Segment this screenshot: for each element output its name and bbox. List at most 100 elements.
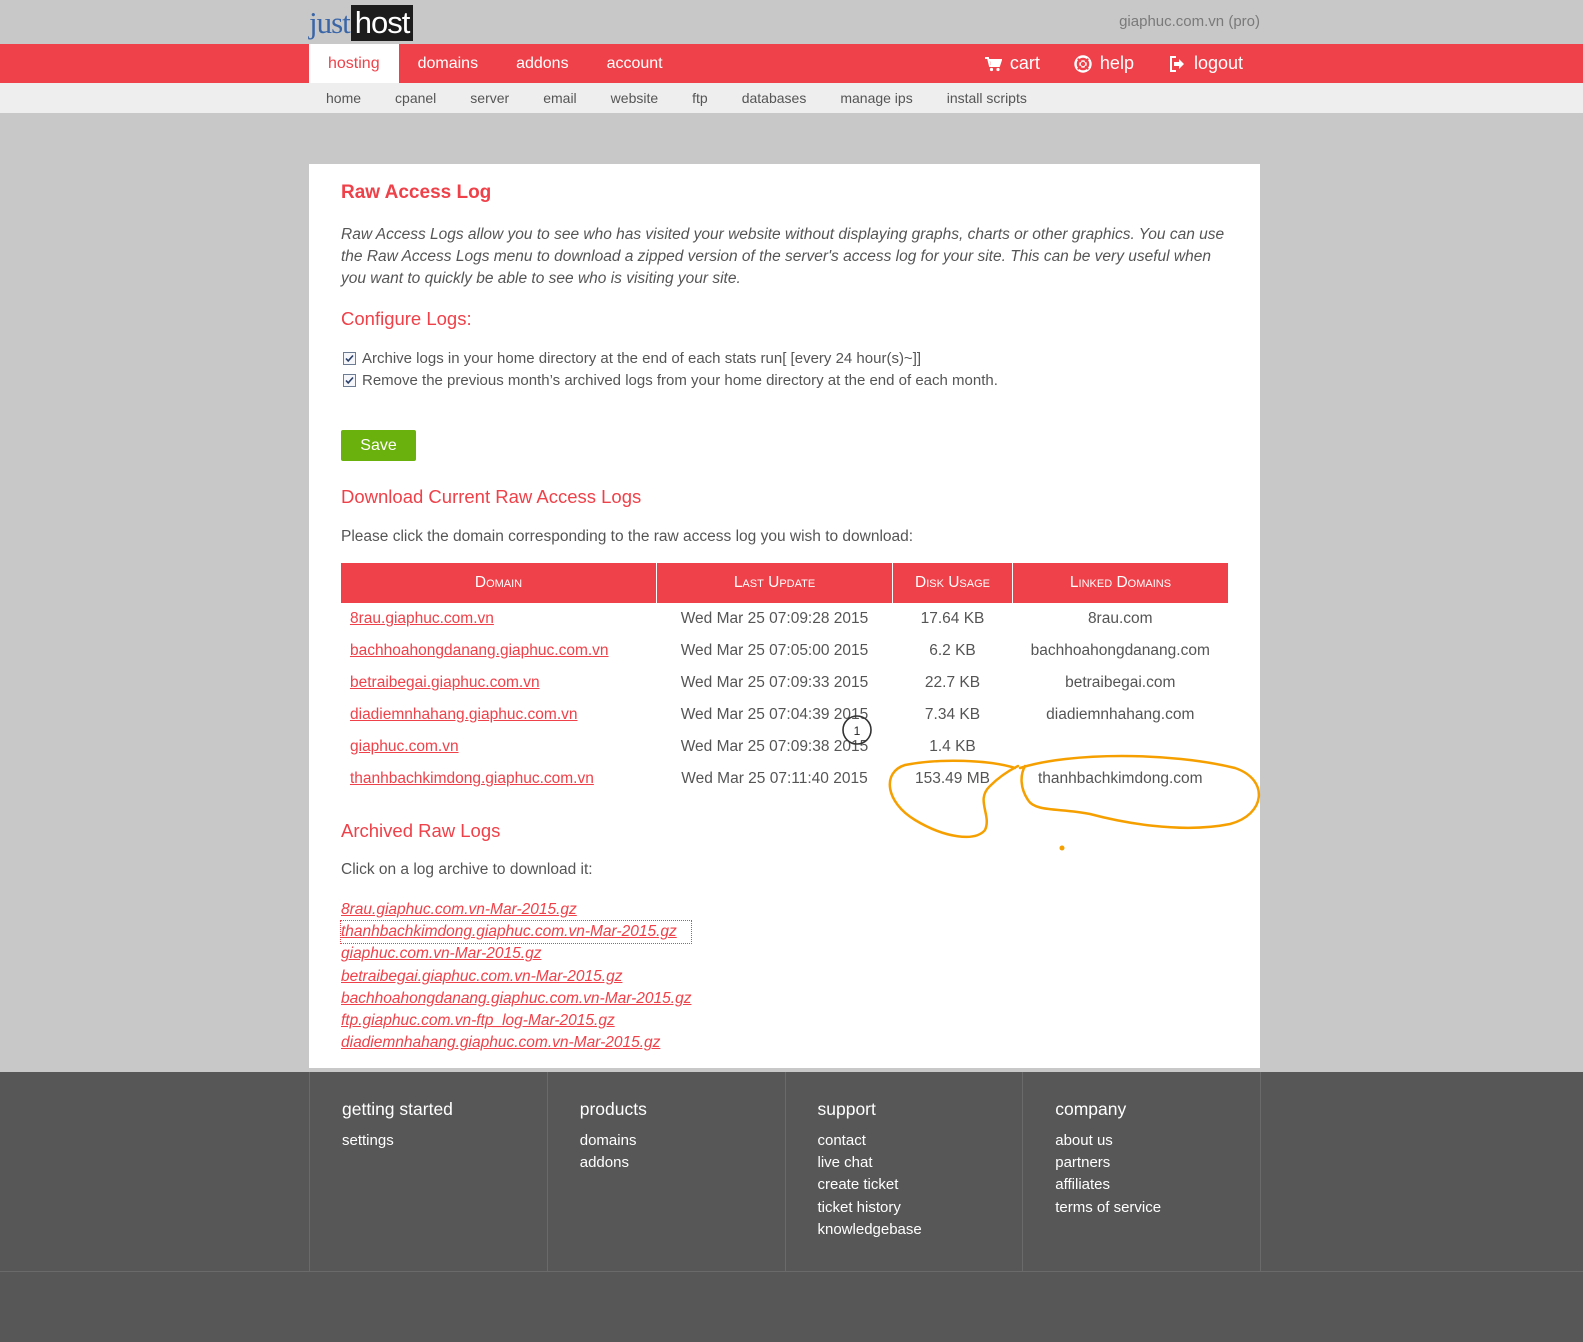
- linked-domain-cell: thanhbachkimdong.com: [1037, 770, 1203, 787]
- content-panel: Raw Access Log Raw Access Logs allow you…: [309, 164, 1260, 1068]
- footer-heading: company: [1055, 1099, 1127, 1119]
- main-nav: hosting domains addons account cart help: [0, 44, 1583, 83]
- footer-link-create-ticket[interactable]: create ticket: [818, 1174, 1023, 1196]
- column-last-update: Last Update: [656, 563, 893, 603]
- disk-usage-cell: 153.49 MB: [915, 770, 990, 787]
- archive-link[interactable]: diadiemnhahang.giaphuc.com.vn-Mar-2015.g…: [341, 1032, 691, 1054]
- domain-link[interactable]: betraibegai.giaphuc.com.vn: [350, 674, 540, 691]
- footer-column-getting-started: getting started settings: [310, 1072, 548, 1271]
- justhost-logo[interactable]: just host: [309, 4, 414, 41]
- subnav-install-scripts[interactable]: install scripts: [930, 83, 1044, 113]
- last-update-cell: Wed Mar 25 07:09:38 2015: [680, 738, 869, 755]
- column-domain: Domain: [341, 563, 657, 603]
- linked-domain-cell: diadiemnhahang.com: [1046, 706, 1195, 723]
- nav-addons[interactable]: addons: [497, 44, 588, 83]
- footer-link-domains[interactable]: domains: [580, 1130, 785, 1152]
- table-row: diadiemnhahang.giaphuc.com.vn Wed Mar 25…: [341, 699, 1228, 731]
- archive-logs-checkbox[interactable]: [343, 352, 356, 365]
- sub-nav: home cpanel server email website ftp dat…: [0, 83, 1583, 113]
- nav-account[interactable]: account: [588, 44, 682, 83]
- archived-logs-heading: Archived Raw Logs: [341, 820, 501, 841]
- footer-link-affiliates[interactable]: affiliates: [1055, 1174, 1260, 1196]
- disk-usage-cell: 22.7 KB: [924, 674, 981, 691]
- footer-link-settings[interactable]: settings: [342, 1130, 547, 1152]
- cart-icon: [984, 56, 1002, 71]
- footer-heading: getting started: [342, 1099, 453, 1119]
- page-title: Raw Access Log: [341, 182, 492, 203]
- remove-archived-option: Remove the previous month’s archived log…: [343, 372, 998, 389]
- domain-link[interactable]: diadiemnhahang.giaphuc.com.vn: [350, 706, 578, 723]
- table-row: 8rau.giaphuc.com.vn Wed Mar 25 07:09:28 …: [341, 603, 1228, 635]
- download-logs-heading: Download Current Raw Access Logs: [341, 486, 642, 507]
- footer-link-live-chat[interactable]: live chat: [818, 1152, 1023, 1174]
- archive-link[interactable]: thanhbachkimdong.giaphuc.com.vn-Mar-2015…: [339, 920, 693, 945]
- footer-column-products: products domains addons: [548, 1072, 786, 1271]
- footer-link-about-us[interactable]: about us: [1055, 1130, 1260, 1152]
- remove-archived-label: Remove the previous month’s archived log…: [362, 372, 998, 389]
- archive-logs-option: Archive logs in your home directory at t…: [343, 350, 921, 367]
- intro-text: Raw Access Logs allow you to see who has…: [341, 226, 1225, 287]
- archive-link[interactable]: giaphuc.com.vn-Mar-2015.gz: [341, 943, 691, 965]
- domain-link[interactable]: bachhoahongdanang.giaphuc.com.vn: [350, 642, 609, 659]
- download-instructions: Please click the domain corresponding to…: [341, 528, 914, 545]
- archive-list: 8rau.giaphuc.com.vn-Mar-2015.gz thanhbac…: [339, 899, 693, 1054]
- logout-label: logout: [1193, 53, 1243, 73]
- top-bar: just host giaphuc.com.vn (pro): [0, 0, 1583, 44]
- domain-link[interactable]: 8rau.giaphuc.com.vn: [350, 610, 494, 627]
- domain-link[interactable]: giaphuc.com.vn: [350, 738, 459, 755]
- table-header-row: Domain Last Update Disk Usage Linked Dom…: [341, 563, 1228, 603]
- logo-host-text: host: [350, 5, 414, 41]
- footer-heading: support: [817, 1099, 876, 1119]
- footer-link-addons[interactable]: addons: [580, 1152, 785, 1174]
- archive-link[interactable]: betraibegai.giaphuc.com.vn-Mar-2015.gz: [341, 966, 691, 988]
- subnav-website[interactable]: website: [594, 83, 675, 113]
- cart-link[interactable]: cart: [967, 44, 1057, 83]
- domain-cell: diadiemnhahang.giaphuc.com.vn: [341, 699, 657, 731]
- nav-domains[interactable]: domains: [399, 44, 497, 83]
- disk-usage-cell: 1.4 KB: [929, 738, 976, 755]
- last-update-cell: Wed Mar 25 07:04:39 2015: [680, 706, 869, 723]
- subnav-databases[interactable]: databases: [725, 83, 824, 113]
- subnav-home[interactable]: home: [309, 83, 378, 113]
- disk-usage-cell: 6.2 KB: [929, 642, 976, 659]
- domain-cell: bachhoahongdanang.giaphuc.com.vn: [341, 635, 657, 667]
- linked-domain-cell: bachhoahongdanang.com: [1030, 642, 1210, 659]
- nav-hosting[interactable]: hosting: [309, 44, 399, 83]
- raw-logs-table: Domain Last Update Disk Usage Linked Dom…: [341, 563, 1228, 795]
- table-row: giaphuc.com.vn Wed Mar 25 07:09:38 2015 …: [341, 731, 1228, 763]
- archive-link[interactable]: bachhoahongdanang.giaphuc.com.vn-Mar-201…: [341, 988, 691, 1010]
- remove-archived-checkbox[interactable]: [343, 374, 356, 387]
- footer-link-ticket-history[interactable]: ticket history: [818, 1197, 1023, 1219]
- domain-cell: betraibegai.giaphuc.com.vn: [341, 667, 657, 699]
- subnav-manage-ips[interactable]: manage ips: [823, 83, 929, 113]
- logout-icon: [1169, 55, 1184, 72]
- save-button[interactable]: Save: [341, 430, 416, 461]
- subnav-email[interactable]: email: [526, 83, 593, 113]
- logo-just-text: just: [309, 5, 351, 40]
- help-label: help: [1099, 53, 1134, 73]
- archive-link[interactable]: 8rau.giaphuc.com.vn-Mar-2015.gz: [341, 899, 691, 921]
- logout-link[interactable]: logout: [1151, 44, 1260, 83]
- linked-domain-cell: betraibegai.com: [1065, 674, 1176, 691]
- help-link[interactable]: help: [1057, 44, 1151, 83]
- footer: getting started settings products domain…: [0, 1072, 1583, 1342]
- footer-link-partners[interactable]: partners: [1055, 1152, 1260, 1174]
- linked-domain-cell: [1013, 731, 1229, 763]
- archived-instructions: Click on a log archive to download it:: [341, 861, 593, 878]
- footer-link-knowledgebase[interactable]: knowledgebase: [818, 1219, 1023, 1241]
- table-row: thanhbachkimdong.giaphuc.com.vn Wed Mar …: [341, 763, 1228, 795]
- archive-link[interactable]: ftp.giaphuc.com.vn-ftp_log-Mar-2015.gz: [341, 1010, 691, 1032]
- disk-usage-cell: 7.34 KB: [924, 706, 981, 723]
- subnav-ftp[interactable]: ftp: [675, 83, 725, 113]
- footer-link-contact[interactable]: contact: [818, 1130, 1023, 1152]
- last-update-cell: Wed Mar 25 07:11:40 2015: [681, 770, 868, 787]
- domain-cell: giaphuc.com.vn: [341, 731, 657, 763]
- archive-logs-label: Archive logs in your home directory at t…: [362, 350, 922, 367]
- table-row: bachhoahongdanang.giaphuc.com.vn Wed Mar…: [341, 635, 1228, 667]
- checkmark-icon: [345, 376, 354, 385]
- account-domain-label: giaphuc.com.vn (pro): [1119, 13, 1260, 30]
- footer-link-terms-of-service[interactable]: terms of service: [1055, 1197, 1260, 1219]
- subnav-cpanel[interactable]: cpanel: [378, 83, 453, 113]
- domain-link[interactable]: thanhbachkimdong.giaphuc.com.vn: [350, 770, 594, 787]
- subnav-server[interactable]: server: [453, 83, 526, 113]
